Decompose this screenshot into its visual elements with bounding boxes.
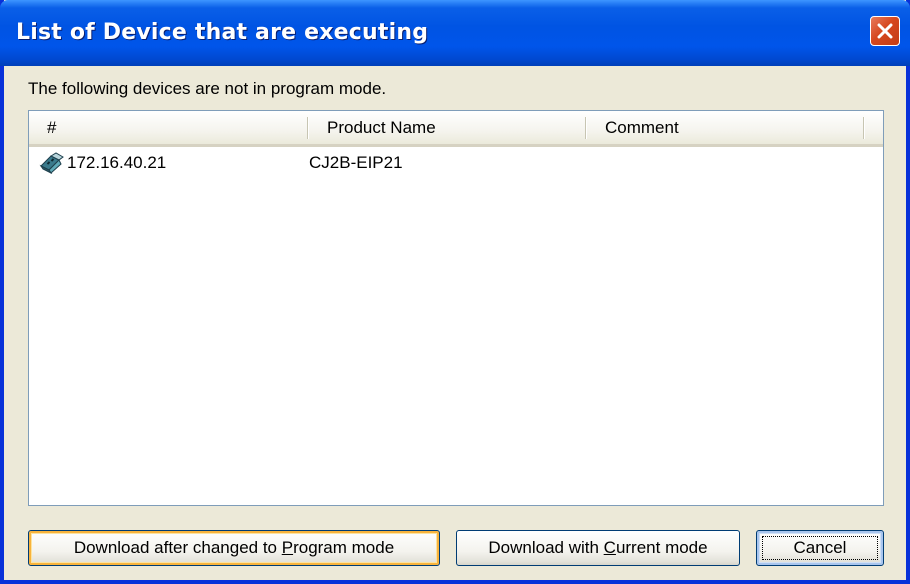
button-label-text: Download after changed to [73, 538, 282, 557]
column-divider[interactable] [863, 117, 865, 139]
dialog-window: List of Device that are executing The fo… [0, 0, 910, 584]
button-label-text: rogram mode [293, 538, 395, 557]
close-button[interactable] [870, 16, 900, 46]
window-title: List of Device that are executing [16, 20, 429, 45]
product-name-cell: CJ2B-EIP21 [309, 153, 403, 172]
mnemonic-key: C [603, 538, 616, 557]
mnemonic-key: P [281, 538, 294, 557]
column-header-product-name[interactable]: Product Name [327, 111, 436, 144]
plc-device-icon [39, 152, 64, 174]
focus-indicator [762, 536, 878, 560]
cancel-button[interactable]: Cancel [756, 530, 884, 566]
column-header-comment[interactable]: Comment [605, 111, 679, 144]
close-icon [877, 23, 893, 39]
column-header-number[interactable]: # [47, 111, 56, 144]
column-divider[interactable] [307, 117, 309, 139]
info-message: The following devices are not in program… [28, 79, 387, 98]
button-label: Download after changed to Program mode [74, 538, 394, 558]
button-label-text: urrent mode [615, 538, 708, 557]
button-label: Download with Current mode [488, 538, 707, 558]
device-id: 172.16.40.21 [67, 153, 167, 172]
button-label-text: Download with [488, 538, 604, 557]
download-program-mode-button[interactable]: Download after changed to Program mode [28, 530, 440, 566]
list-header: # Product Name Comment [29, 111, 883, 147]
title-bar[interactable]: List of Device that are executing [0, 0, 910, 66]
device-id-cell: 172.16.40.21 [39, 149, 166, 177]
table-row[interactable]: 172.16.40.21 CJ2B-EIP21 [29, 149, 883, 177]
column-divider[interactable] [585, 117, 587, 139]
device-list[interactable]: # Product Name Comment 172.16.40.21 CJ2B… [28, 110, 884, 506]
download-current-mode-button[interactable]: Download with Current mode [456, 530, 740, 566]
